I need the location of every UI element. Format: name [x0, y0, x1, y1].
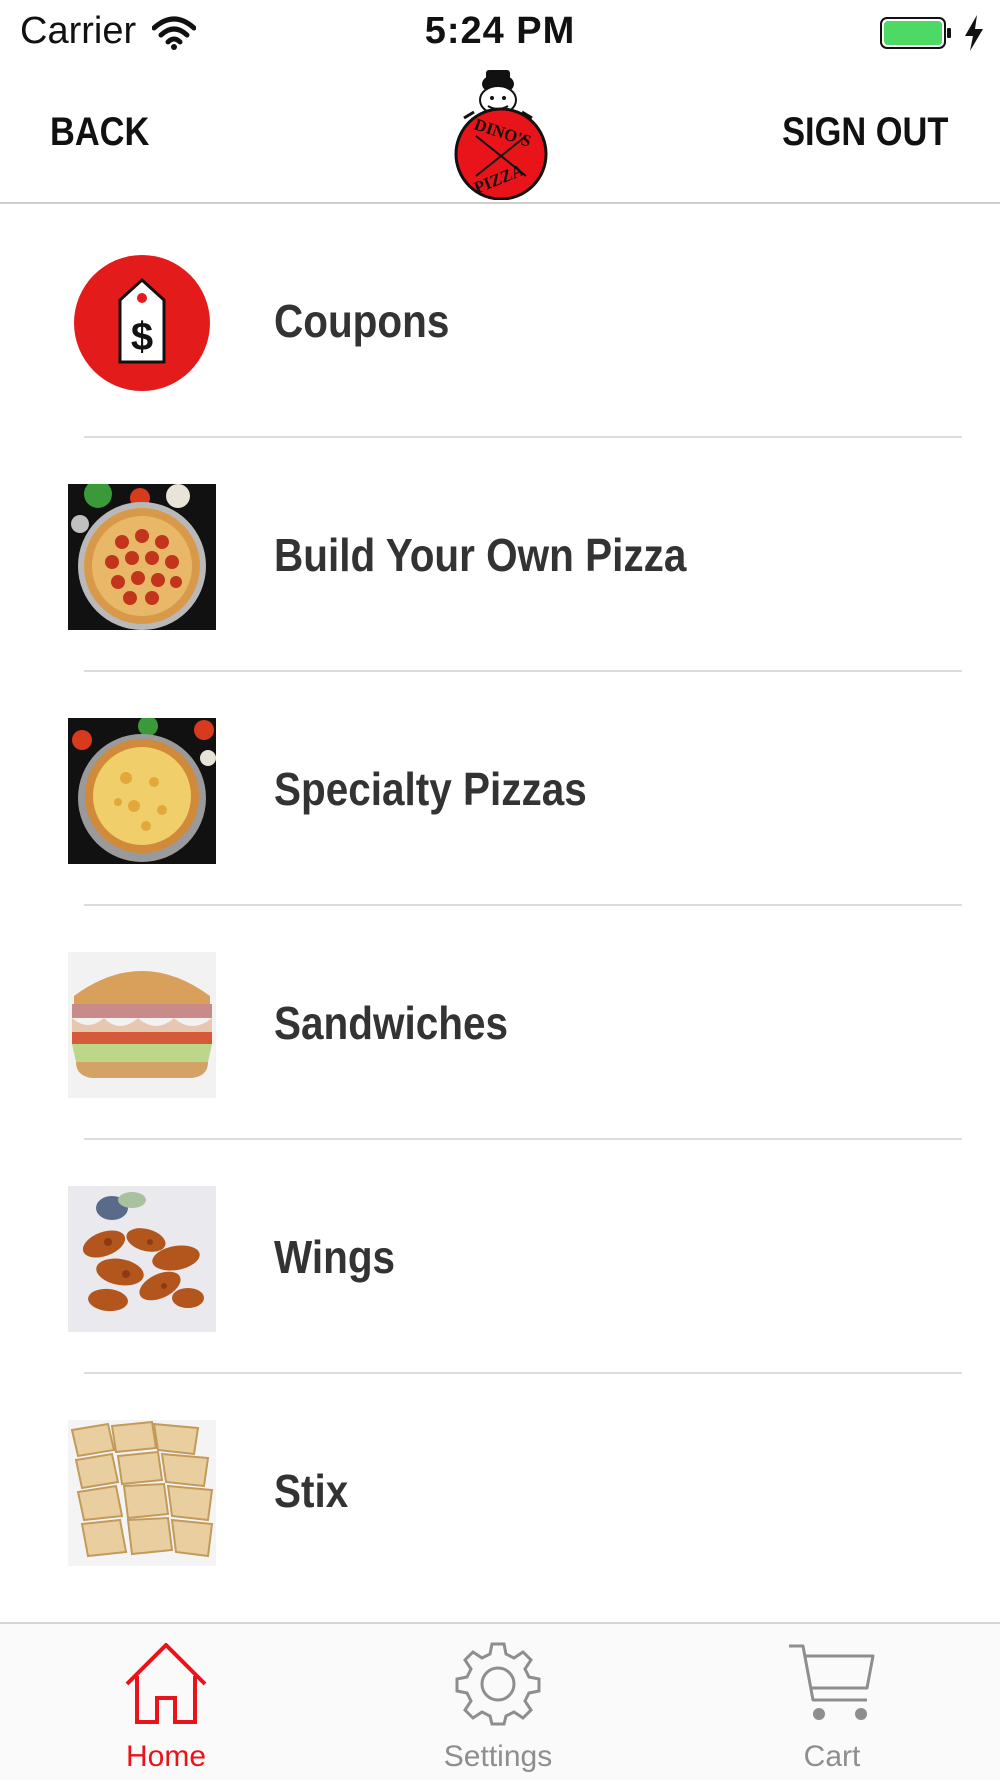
- menu-item-sandwiches[interactable]: Sandwiches: [0, 906, 1000, 1140]
- menu-category-list: $ Coupons Build Your Own Pizza Specialty…: [0, 204, 1000, 1620]
- back-button[interactable]: BACK: [50, 110, 149, 155]
- coupon-tag-icon: $: [68, 250, 216, 396]
- svg-text:$: $: [131, 315, 153, 359]
- navigation-bar: BACK DINO'S PIZZA SIGN OUT: [0, 66, 1000, 204]
- charging-bolt-icon: [965, 15, 983, 51]
- menu-item-label: Coupons: [274, 295, 450, 347]
- pepperoni-pizza-image: [68, 484, 216, 630]
- gear-icon: [455, 1642, 541, 1726]
- menu-item-label: Specialty Pizzas: [274, 763, 587, 815]
- dinos-pizza-logo: DINO'S PIZZA: [454, 70, 548, 200]
- sandwich-image: [68, 952, 216, 1098]
- status-time: 5:24 PM: [424, 10, 576, 52]
- battery-icon: [880, 17, 951, 49]
- menu-item-label: Stix: [274, 1465, 349, 1517]
- tab-settings[interactable]: Settings: [398, 1624, 598, 1780]
- tab-cart-label: Cart: [803, 1740, 861, 1773]
- menu-item-label: Sandwiches: [274, 997, 508, 1049]
- tab-home-label: Home: [125, 1740, 207, 1773]
- tab-bar: Home Settings Cart: [0, 1622, 1000, 1780]
- menu-item-wings[interactable]: Wings: [0, 1140, 1000, 1374]
- cart-icon: [789, 1644, 875, 1720]
- tab-settings-label: Settings: [443, 1740, 553, 1773]
- home-icon: [125, 1643, 207, 1724]
- menu-item-coupons[interactable]: $ Coupons: [0, 204, 1000, 438]
- tab-home[interactable]: Home: [66, 1624, 266, 1780]
- menu-item-build-your-own-pizza[interactable]: Build Your Own Pizza: [0, 438, 1000, 672]
- stix-image: [68, 1420, 216, 1566]
- menu-item-label: Wings: [274, 1231, 396, 1283]
- tab-cart[interactable]: Cart: [732, 1624, 932, 1780]
- menu-item-stix[interactable]: Stix: [0, 1374, 1000, 1608]
- menu-item-label: Build Your Own Pizza: [274, 529, 687, 581]
- status-bar: Carrier 5:24 PM: [0, 0, 1000, 66]
- cheese-pizza-image: [68, 718, 216, 864]
- wings-image: [68, 1186, 216, 1332]
- sign-out-button[interactable]: SIGN OUT: [782, 110, 948, 155]
- menu-item-specialty-pizzas[interactable]: Specialty Pizzas: [0, 672, 1000, 906]
